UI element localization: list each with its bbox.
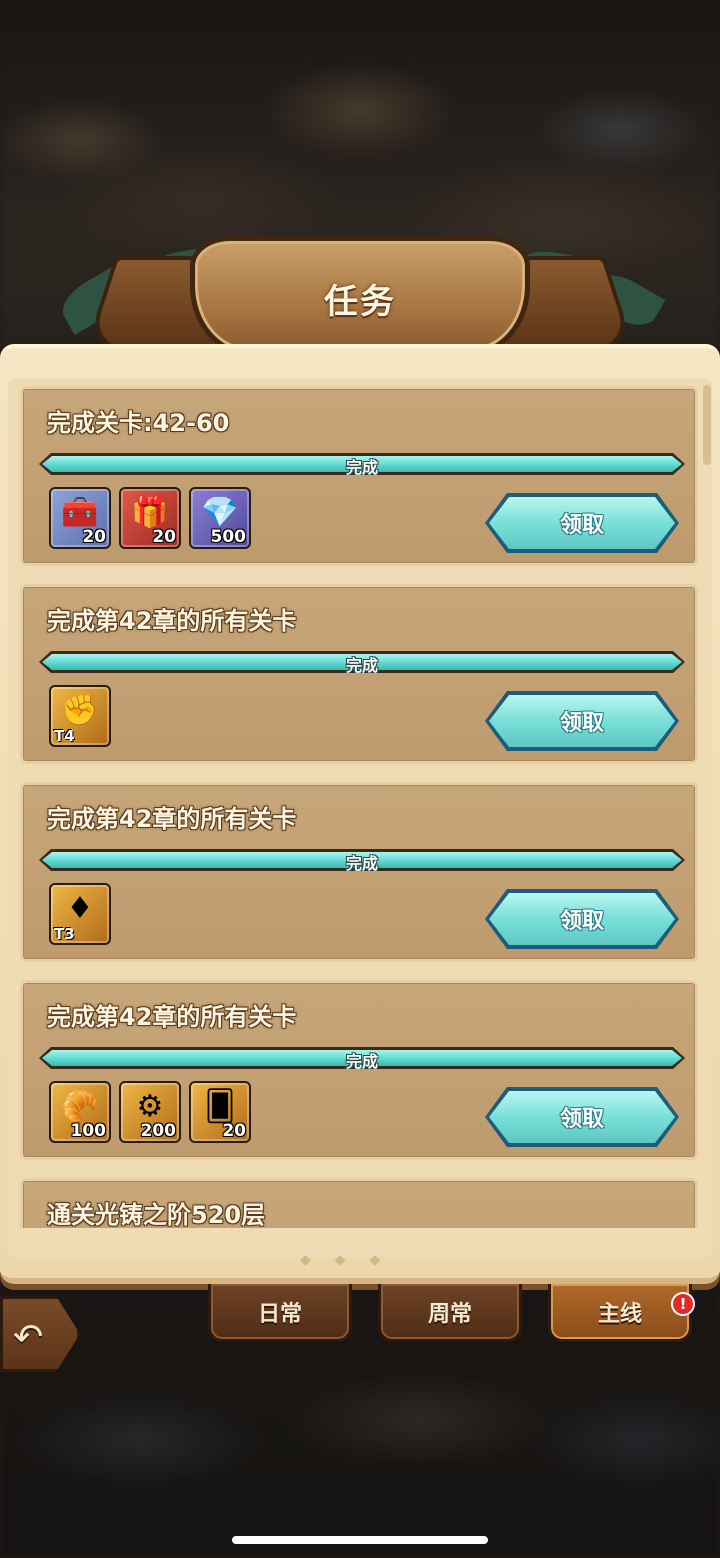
claim-button[interactable]: 领取 <box>485 493 679 553</box>
task-title: 完成第42章的所有关卡 <box>47 607 297 635</box>
tab-label: 日常 <box>257 1302 302 1327</box>
reward-item[interactable]: 💎 500 <box>189 487 251 549</box>
reward-quantity: 20 <box>152 527 176 547</box>
progress-bar: 完成 <box>39 651 685 673</box>
task-title: 完成第42章的所有关卡 <box>47 805 297 833</box>
gear-medal-icon: ⚙ <box>136 1089 164 1124</box>
reward-quantity: 100 <box>70 1121 107 1141</box>
task-list[interactable]: 完成关卡:42-60 完成 🧰 20 🎁 20 💎 500 领取 完成第42章的所有关卡 完成 ✊ T4… <box>20 386 698 1228</box>
notification-badge: ! <box>671 1292 695 1316</box>
progress-text: 完成 <box>345 656 378 675</box>
scrollbar[interactable] <box>703 385 711 465</box>
card-icon: 🂠 <box>204 1089 236 1124</box>
task-card: 完成第42章的所有关卡 完成 🥐 100 ⚙ 200 🂠 20 领取 <box>20 980 698 1160</box>
claim-button-label: 领取 <box>559 909 604 934</box>
task-card: 完成关卡:42-60 完成 🧰 20 🎁 20 💎 500 领取 <box>20 386 698 566</box>
claim-button[interactable]: 领取 <box>485 691 679 751</box>
reward-quantity: 200 <box>140 1121 177 1141</box>
page-title: 任务 <box>324 282 396 322</box>
task-title: 完成第42章的所有关卡 <box>47 1003 297 1031</box>
claim-button[interactable]: 领取 <box>485 889 679 949</box>
silver-chest-icon: 🧰 <box>61 495 99 530</box>
tab-daily[interactable]: 日常 <box>208 1284 352 1342</box>
task-title: 通关光铸之阶520层 <box>47 1201 266 1228</box>
reward-quantity: 20 <box>82 527 106 547</box>
red-gem-t4-icon: ✊ <box>61 693 99 728</box>
progress-bar: 完成 <box>39 1047 685 1069</box>
reward-item[interactable]: ♦ T3 <box>49 883 111 945</box>
reward-tier: T3 <box>54 925 75 943</box>
progress-bar: 完成 <box>39 453 685 475</box>
claim-button-label: 领取 <box>559 711 604 736</box>
diamond-icon: 💎 <box>201 495 239 530</box>
tab-main-quest[interactable]: 主线 ! <box>548 1284 695 1342</box>
reward-tier: T4 <box>54 727 75 745</box>
reward-list: 🥐 100 ⚙ 200 🂠 20 <box>49 1081 251 1143</box>
reward-item[interactable]: 🧰 20 <box>49 487 111 549</box>
panel-ornament: ◆◆◆ <box>300 1252 405 1268</box>
reward-item[interactable]: 🥐 100 <box>49 1081 111 1143</box>
progress-text: 完成 <box>345 1052 378 1071</box>
reward-quantity: 500 <box>210 527 247 547</box>
reward-item[interactable]: 🂠 20 <box>189 1081 251 1143</box>
red-gem-t3-icon: ♦ <box>66 891 94 926</box>
task-card: 完成第42章的所有关卡完成 ♦ T3 领取 <box>20 782 698 962</box>
claim-button[interactable]: 领取 <box>485 1087 679 1147</box>
reward-list: 🧰 20 🎁 20 💎 500 <box>49 487 251 549</box>
claim-button-label: 领取 <box>559 513 604 538</box>
reward-quantity: 20 <box>222 1121 246 1141</box>
task-card: 完成第42章的所有关卡完成 ✊ T4 领取 <box>20 584 698 764</box>
reward-list: ♦ T3 <box>49 883 111 945</box>
gold-pile-icon: 🥐 <box>61 1089 99 1124</box>
reward-item[interactable]: ⚙ 200 <box>119 1081 181 1143</box>
back-arrow-icon: ↶ <box>13 1317 44 1358</box>
claim-button-label: 领取 <box>559 1107 604 1132</box>
task-title: 完成关卡:42-60 <box>47 409 230 437</box>
reward-list: ✊ T4 <box>49 685 111 747</box>
reward-item[interactable]: ✊ T4 <box>49 685 111 747</box>
tab-label: 周常 <box>427 1302 472 1327</box>
home-indicator[interactable] <box>232 1536 488 1544</box>
task-card: 通关光铸之阶520层 <box>20 1178 698 1228</box>
progress-text: 完成 <box>345 854 378 873</box>
reward-item[interactable]: 🎁 20 <box>119 487 181 549</box>
tab-label: 主线 <box>597 1302 642 1327</box>
progress-text: 完成 <box>345 458 378 477</box>
tab-weekly[interactable]: 周常 <box>378 1284 522 1342</box>
gold-chest-icon: 🎁 <box>131 495 169 530</box>
progress-bar: 完成 <box>39 849 685 871</box>
